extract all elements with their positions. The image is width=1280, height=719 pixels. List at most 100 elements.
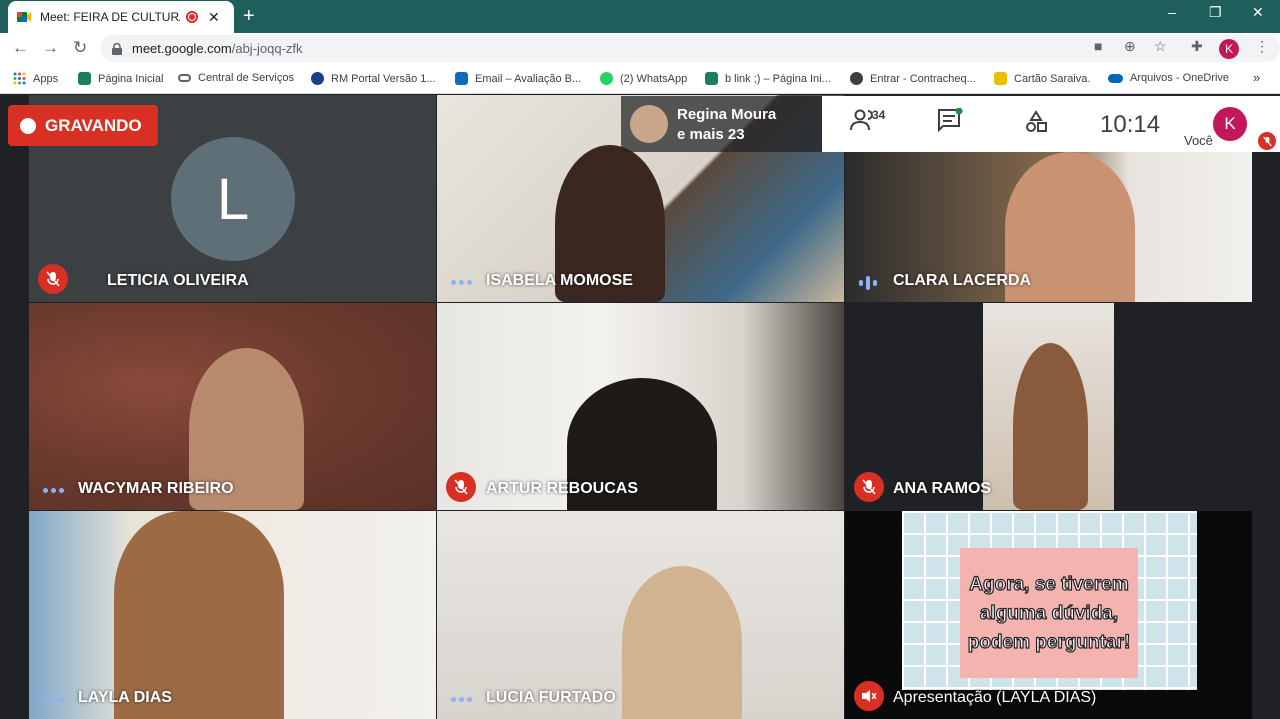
recording-label: GRAVANDO (45, 115, 142, 135)
volume-off-icon (854, 681, 884, 711)
participant-name: ISABELA MOMOSE (486, 272, 633, 289)
globe-icon (311, 72, 324, 85)
browser-toolbar: ← → ↻ meet.google.com/abj-joqq-zfk ■ ⊕ ☆… (0, 33, 1280, 64)
participant-name: WACYMAR RIBEIRO (78, 480, 234, 497)
back-arrow-icon[interactable]: ← (12, 38, 29, 58)
participant-name: Apresentação (LAYLA DIAS) (893, 689, 1097, 706)
new-tab-button[interactable]: + (243, 5, 255, 28)
close-window-button[interactable]: ✕ (1252, 4, 1264, 21)
mic-off-icon (446, 472, 476, 502)
bookmark-label: Página Inicial (98, 72, 164, 85)
participant-tile-lucia[interactable]: LUCIA FURTADO (437, 511, 844, 719)
audio-dots-icon (43, 697, 64, 702)
camera-icon[interactable]: ■ (1094, 38, 1102, 54)
menu-kebab-icon[interactable]: ⋮ (1255, 38, 1269, 55)
speaker-name: Regina Moura (677, 106, 777, 123)
url-text: meet.google.com/abj-joqq-zfk (132, 41, 303, 56)
url-path: /abj-joqq-zfk (231, 41, 303, 56)
participant-name: ANA RAMOS (893, 480, 992, 497)
tab-title: Meet: FEIRA DE CULTURA - 5 (40, 10, 180, 24)
slide-text-card: Agora, se tiverem alguma dúvida, podem p… (960, 548, 1138, 678)
extensions-icon[interactable]: ✚ (1191, 38, 1203, 55)
bookmark-b-link[interactable]: b link ;) – Página Ini... (705, 72, 831, 85)
participant-count: 34 (872, 108, 886, 122)
bookmark-email[interactable]: Email – Avaliação B... (455, 72, 581, 85)
bookmark-label: b link ;) – Página Ini... (725, 72, 831, 85)
bookmark-central-servicos[interactable]: Central de Serviços (178, 72, 294, 84)
activities-icon[interactable] (1024, 110, 1048, 134)
globe-icon (850, 72, 863, 85)
participant-video (622, 566, 742, 719)
tab-close-button[interactable]: ✕ (208, 9, 220, 26)
participant-tile-wacymar[interactable]: WACYMAR RIBEIRO (29, 303, 436, 510)
audio-dots-icon (43, 488, 64, 493)
chat-icon[interactable] (937, 108, 963, 132)
profile-avatar[interactable]: K (1219, 39, 1239, 59)
speaking-bars-icon (859, 276, 877, 290)
onedrive-icon (1108, 73, 1123, 83)
star-bookmark-icon[interactable]: ☆ (1154, 38, 1167, 55)
restore-button[interactable]: ❐ (1209, 4, 1222, 21)
bookmark-label: RM Portal Versão 1... (331, 72, 436, 85)
bookmark-label: Central de Serviços (198, 72, 294, 84)
minimize-button[interactable]: – (1168, 4, 1176, 20)
participant-video (114, 511, 284, 719)
bookmarks-bar: Apps Página Inicial Central de Serviços … (0, 64, 1280, 94)
reload-icon[interactable]: ↻ (73, 38, 87, 58)
bookmark-label: Apps (33, 72, 59, 85)
browser-tab-meet[interactable]: Meet: FEIRA DE CULTURA - 5 ✕ (8, 1, 234, 33)
participant-tile-ana[interactable]: ANA RAMOS (845, 303, 1252, 510)
bookmark-contracheque[interactable]: Entrar - Contracheq... (850, 72, 976, 85)
mic-off-icon (854, 472, 884, 502)
speaker-avatar (630, 105, 668, 143)
speaker-more: e mais 23 (677, 126, 745, 143)
participant-tile-artur[interactable]: ARTUR REBOUCAS (437, 303, 844, 510)
meet-stage: L LETICIA OLIVEIRA ISABELA MOMOSE CLARA … (0, 95, 1280, 719)
s-icon (705, 72, 718, 85)
tab-strip: Meet: FEIRA DE CULTURA - 5 ✕ + – ❐ ✕ (0, 0, 1280, 33)
link-icon (178, 74, 191, 82)
bookmark-apps[interactable]: Apps (13, 72, 58, 85)
recording-badge: GRAVANDO (8, 105, 158, 146)
active-speaker-popup[interactable]: Regina Moura e mais 23 (621, 96, 822, 152)
presentation-tile[interactable]: Agora, se tiverem alguma dúvida, podem p… (845, 511, 1252, 719)
bookmark-saraiva[interactable]: Cartão Saraiva. (994, 72, 1090, 85)
slide-text: Agora, se tiverem alguma dúvida, podem p… (967, 573, 1131, 653)
bookmark-label: (2) WhatsApp (620, 72, 688, 85)
saraiva-icon (994, 72, 1007, 85)
whatsapp-icon (600, 72, 613, 85)
participant-name: CLARA LACERDA (893, 272, 1032, 289)
bookmark-whatsapp[interactable]: (2) WhatsApp (600, 72, 687, 85)
bookmark-label: Arquivos - OneDrive (1130, 72, 1230, 84)
participant-video (983, 303, 1114, 510)
participant-name: LAYLA DIAS (78, 689, 172, 706)
zoom-icon[interactable]: ⊕ (1124, 38, 1136, 55)
participant-name: LUCIA FURTADO (486, 689, 616, 706)
url-host: meet.google.com (132, 41, 232, 56)
bookmark-label: Cartão Saraiva. (1014, 72, 1091, 85)
meet-favicon-icon (17, 12, 31, 22)
forward-arrow-icon[interactable]: → (42, 38, 59, 58)
participant-name: LETICIA OLIVEIRA (107, 272, 249, 289)
bookmarks-overflow-chevron-icon[interactable]: » (1253, 70, 1260, 85)
apps-icon (13, 72, 26, 85)
mic-off-icon (38, 264, 68, 294)
s-icon (78, 72, 91, 85)
self-avatar: K (1213, 107, 1247, 141)
lock-icon (112, 42, 122, 55)
bookmark-label: Entrar - Contracheq... (870, 72, 976, 85)
self-label: Você (1184, 133, 1213, 148)
participant-tile-clara[interactable]: CLARA LACERDA (845, 152, 1252, 302)
audio-dots-icon (451, 280, 472, 285)
bookmark-label: Email – Avaliação B... (475, 72, 582, 85)
bookmark-onedrive[interactable]: Arquivos - OneDrive (1108, 72, 1229, 84)
record-dot-icon (20, 117, 36, 134)
bookmark-pagina-inicial[interactable]: Página Inicial (78, 72, 163, 85)
participant-tile-layla[interactable]: LAYLA DIAS (29, 511, 436, 719)
recording-indicator-icon (186, 11, 198, 23)
audio-dots-icon (451, 697, 472, 702)
bookmark-rm-portal[interactable]: RM Portal Versão 1... (311, 72, 436, 85)
participant-name: ARTUR REBOUCAS (486, 480, 638, 497)
outlook-icon (455, 72, 468, 85)
address-bar[interactable]: meet.google.com/abj-joqq-zfk (100, 35, 1280, 62)
